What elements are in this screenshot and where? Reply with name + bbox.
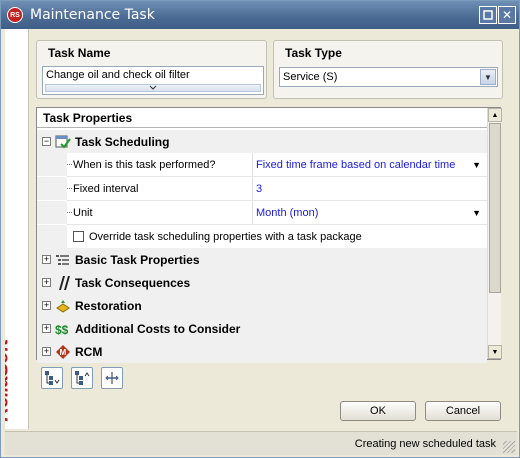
property-value[interactable]: Fixed time frame based on calendar time <box>256 159 455 171</box>
app-icon: RS <box>7 7 23 23</box>
maintenance-task-window: RS Maintenance Task ✕ ReliaSoft Task Nam… <box>0 0 520 458</box>
svg-text:$$: $$ <box>55 323 69 337</box>
maximize-icon <box>483 10 493 20</box>
properties-toolbar <box>36 364 131 390</box>
dropdown-arrow-icon[interactable]: ▼ <box>472 160 481 170</box>
property-row-override[interactable]: Override task scheduling properties with… <box>37 225 487 248</box>
task-type-group: Task Type Service (S) ▼ <box>273 40 503 99</box>
close-button[interactable]: ✕ <box>498 6 516 24</box>
expand-toggle-icon[interactable]: + <box>42 255 51 264</box>
row-indent <box>37 177 67 200</box>
task-name-label: Task Name <box>48 46 111 60</box>
category-label: Task Scheduling <box>75 134 170 149</box>
expand-toggle-icon[interactable]: + <box>42 278 51 287</box>
task-type-value: Service (S) <box>283 71 338 83</box>
fit-columns-icon <box>105 372 119 384</box>
chevron-down-icon: ▼ <box>484 72 492 82</box>
override-checkbox[interactable] <box>73 231 84 242</box>
scroll-thumb[interactable] <box>489 123 501 293</box>
category-additional-costs[interactable]: + $$ Additional Costs to Consider <box>37 317 487 340</box>
brand-sidebar: ReliaSoft <box>5 29 29 429</box>
expand-all-button[interactable] <box>41 367 63 389</box>
task-name-expand-button[interactable] <box>45 84 261 92</box>
column-divider <box>252 201 253 224</box>
dropdown-arrow-icon[interactable]: ▼ <box>472 208 481 218</box>
brand-text: ReliaSoft <box>5 339 13 422</box>
collapse-all-button[interactable] <box>71 367 93 389</box>
resize-grip-icon[interactable] <box>503 441 515 453</box>
property-name: Fixed interval <box>73 182 139 195</box>
svg-text:M: M <box>60 348 67 357</box>
column-divider <box>252 153 253 176</box>
category-label: Task Consequences <box>75 275 191 290</box>
category-basic-task-properties[interactable]: + Basic Task Properties <box>37 248 487 271</box>
cancel-button[interactable]: Cancel <box>425 401 501 421</box>
window-title: Maintenance Task <box>30 7 155 23</box>
task-name-group: Task Name Change oil and check oil filte… <box>36 40 267 99</box>
property-name: Unit <box>73 206 93 219</box>
consequences-icon <box>59 275 70 290</box>
task-type-select[interactable]: Service (S) ▼ <box>279 67 498 87</box>
property-name: When is this task performed? <box>73 158 216 171</box>
category-label: RCM <box>75 344 103 359</box>
task-type-dropdown-button[interactable]: ▼ <box>480 69 496 85</box>
ok-button[interactable]: OK <box>340 401 416 421</box>
category-rcm[interactable]: + M RCM <box>37 340 487 363</box>
scroll-down-icon: ▼ <box>491 348 499 356</box>
status-bar: Creating new scheduled task <box>5 431 517 455</box>
task-type-label: Task Type <box>285 46 342 60</box>
tree-connector <box>67 212 72 213</box>
expand-toggle-icon[interactable]: + <box>42 301 51 310</box>
restoration-icon <box>56 299 70 313</box>
scroll-down-button[interactable]: ▼ <box>488 345 502 359</box>
expand-toggle-icon[interactable]: + <box>42 324 51 333</box>
category-label: Basic Task Properties <box>75 252 200 267</box>
properties-scrollbar[interactable]: ▲ ▼ <box>487 108 502 359</box>
expand-toggle-icon[interactable]: + <box>42 347 51 356</box>
task-name-field[interactable]: Change oil and check oil filter <box>42 66 264 95</box>
property-row-unit[interactable]: Unit Month (mon) ▼ <box>37 201 487 224</box>
row-indent <box>37 153 67 176</box>
category-task-scheduling[interactable]: − Task Scheduling <box>37 130 487 153</box>
task-properties-header: Task Properties <box>37 108 487 128</box>
collapse-toggle-icon[interactable]: − <box>42 137 51 146</box>
title-bar[interactable]: RS Maintenance Task ✕ <box>1 1 519 29</box>
scroll-up-button[interactable]: ▲ <box>488 108 502 122</box>
task-properties-grid: Task Properties − Task Scheduling When i… <box>36 107 502 363</box>
scroll-up-icon: ▲ <box>491 111 499 119</box>
status-text: Creating new scheduled task <box>354 438 496 450</box>
chevron-double-down-icon <box>149 85 157 90</box>
maximize-button[interactable] <box>479 6 497 24</box>
property-row-fixed-interval[interactable]: Fixed interval 3 <box>37 177 487 200</box>
costs-icon: $$ <box>55 323 69 337</box>
expand-all-icon <box>45 371 60 385</box>
category-task-consequences[interactable]: + Task Consequences <box>37 271 487 294</box>
calendar-check-icon <box>55 135 71 149</box>
tree-connector <box>67 188 72 189</box>
property-row-when-performed[interactable]: When is this task performed? Fixed time … <box>37 153 487 176</box>
rcm-icon: M <box>56 344 70 359</box>
row-indent <box>37 201 67 224</box>
property-value[interactable]: Month (mon) <box>256 207 318 219</box>
column-divider <box>252 177 253 200</box>
list-properties-icon <box>56 254 69 265</box>
tree-connector <box>67 164 72 165</box>
brand-logo: ReliaSoft <box>5 319 28 429</box>
category-label: Restoration <box>75 298 142 313</box>
override-checkbox-label: Override task scheduling properties with… <box>89 230 362 243</box>
property-value[interactable]: 3 <box>256 183 262 195</box>
row-indent <box>37 225 67 248</box>
category-restoration[interactable]: + Restoration <box>37 294 487 317</box>
task-name-value: Change oil and check oil filter <box>46 69 190 81</box>
collapse-all-icon <box>75 371 90 385</box>
close-icon: ✕ <box>501 8 513 22</box>
fit-columns-button[interactable] <box>101 367 123 389</box>
category-label: Additional Costs to Consider <box>75 321 241 336</box>
